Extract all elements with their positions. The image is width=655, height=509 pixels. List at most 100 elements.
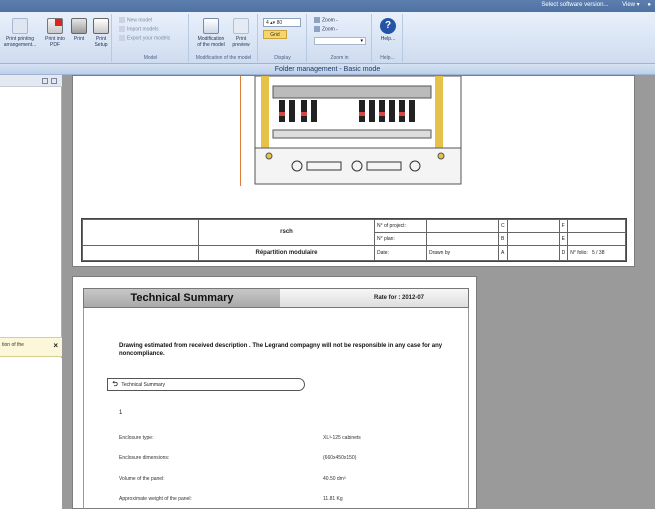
rev-c: C xyxy=(498,219,508,233)
plan-number-label: N° plan: xyxy=(374,231,427,246)
zoom-group-label: Zoom in xyxy=(330,55,349,61)
title-bar: Select software version... View ▾ ● xyxy=(0,0,655,12)
modification-label: Modification of the model xyxy=(197,36,225,48)
drawing-page: rsch N° of project: C F N° plan: B E Rép… xyxy=(72,75,635,267)
rev-a: A xyxy=(498,244,508,262)
view-label: View xyxy=(622,2,636,8)
view-menu[interactable]: View ▾ xyxy=(616,2,640,8)
export-models-label: Export your models xyxy=(127,35,171,42)
print-label: Print xyxy=(73,36,85,42)
title-block-subtitle: Répartition modulaire xyxy=(198,244,375,262)
pdf-icon xyxy=(47,18,63,34)
rev-e: E xyxy=(558,231,569,246)
property-label: Approximate weight of the panel: xyxy=(119,496,192,502)
zoom-plus-button[interactable]: Zoom - xyxy=(314,17,338,24)
left-panel-tab[interactable]: tion of the × xyxy=(0,337,62,357)
section-arrow-icon: ⮌ xyxy=(112,381,118,388)
printer-icon xyxy=(12,18,28,34)
print-setup-icon xyxy=(93,18,109,34)
modification-group: Modification of the model Print preview … xyxy=(190,14,258,62)
folio-cell: N° folio: 5 / 38 xyxy=(567,244,626,262)
technical-summary-page: Technical Summary Rate for : 2012-07 Dra… xyxy=(72,276,477,509)
application-window: Select software version... View ▾ ● Prin… xyxy=(0,0,655,509)
summary-header: Technical Summary Rate for : 2012-07 xyxy=(83,288,469,308)
plan-number-value xyxy=(426,231,499,246)
left-panel-toolbar xyxy=(0,75,62,87)
print-setup-label: Print Setup xyxy=(94,36,108,48)
rev-b: B xyxy=(498,231,508,246)
dimension-line xyxy=(240,76,246,186)
modification-button[interactable]: Modification of the model xyxy=(196,18,226,48)
ribbon: Print printing arrangement... Print into… xyxy=(0,12,655,64)
print-button[interactable]: Print xyxy=(68,18,90,42)
zoom-unit-value: 80 xyxy=(276,20,283,26)
disclaimer-text: Drawing estimated from received descript… xyxy=(119,343,443,357)
property-label: Enclosure type: xyxy=(119,435,154,441)
property-value: XL³-125 cabinets xyxy=(323,435,361,441)
property-label: Enclosure dimensions: xyxy=(119,455,170,461)
import-models-item[interactable]: Import models xyxy=(119,26,159,33)
print-arrangement-label: Print printing arrangement... xyxy=(3,36,37,48)
edit-model-icon xyxy=(203,18,219,34)
rev-c-value xyxy=(506,219,560,233)
rev-f: F xyxy=(558,219,569,233)
close-icon[interactable]: × xyxy=(53,341,58,350)
rev-a-value xyxy=(506,244,560,262)
software-version-selector[interactable]: Select software version... xyxy=(541,2,608,8)
zoom-minus-label: Zoom - xyxy=(322,26,338,33)
title-block-empty-cell-2 xyxy=(82,244,199,262)
zoom-minus-button[interactable]: Zoom - xyxy=(314,26,338,33)
help-button[interactable]: ? Help... xyxy=(377,18,399,42)
rev-b-value xyxy=(506,231,560,246)
folder-title-bar: Folder management - Basic mode xyxy=(0,64,655,75)
print-preview-button[interactable]: Print preview xyxy=(230,18,252,48)
display-group: 4 ▴▾ 80 Grid Display xyxy=(259,14,307,62)
print-arrangement-button[interactable]: Print printing arrangement... xyxy=(2,18,38,48)
rev-d: D xyxy=(558,244,569,262)
help-icon[interactable]: ● xyxy=(647,2,651,8)
folio-value: 5 / 38 xyxy=(591,249,605,256)
preview-icon xyxy=(233,18,249,34)
new-model-item[interactable]: New model xyxy=(119,17,152,24)
zoom-level-value: 4 xyxy=(266,20,269,26)
zoom-select[interactable]: ▾ xyxy=(314,37,366,45)
display-group-label: Display xyxy=(274,55,291,61)
section-number: 1 xyxy=(119,410,123,416)
new-model-icon xyxy=(119,17,125,23)
print-setup-button[interactable]: Print Setup xyxy=(90,18,112,48)
project-number-label: N° of project: xyxy=(374,219,427,233)
print-pdf-button[interactable]: Print into PDF xyxy=(44,18,66,48)
grid-label: Grid xyxy=(270,32,280,38)
help-label: Help... xyxy=(380,36,396,42)
print-pdf-label: Print into PDF xyxy=(45,36,65,48)
model-group: New model Import models Export your mode… xyxy=(113,14,189,62)
help-group-label: Help... xyxy=(380,55,395,61)
zoom-plus-label: Zoom - xyxy=(322,17,338,24)
property-value: 40.50 dm³ xyxy=(323,476,346,482)
section-heading: ⮌ Technical Summary xyxy=(107,378,305,391)
export-models-item[interactable]: Export your models xyxy=(119,35,170,42)
drawn-by-label: Drawn by xyxy=(426,244,499,262)
property-value: (660x450x150) xyxy=(323,455,357,461)
edit-icon[interactable] xyxy=(51,78,57,84)
print-preview-label: Print preview xyxy=(232,36,250,48)
left-panel-content xyxy=(0,358,62,509)
rev-e-value xyxy=(567,231,626,246)
zoom-level-field[interactable]: 4 ▴▾ 80 xyxy=(263,18,301,27)
chevron-down-icon: ▾ xyxy=(360,38,363,44)
electrical-panel-drawing xyxy=(254,76,462,185)
list-view-icon[interactable] xyxy=(42,78,48,84)
grid-toggle[interactable]: Grid xyxy=(263,30,287,39)
help-group: ? Help... Help... xyxy=(373,14,403,62)
print-group: Print printing arrangement... Print into… xyxy=(0,14,112,62)
import-models-label: Import models xyxy=(127,26,159,33)
rev-f-value xyxy=(567,219,626,233)
date-label: Date: xyxy=(374,244,427,262)
folio-label: N° folio: xyxy=(570,249,588,256)
left-panel-tab-label: tion of the xyxy=(2,342,24,348)
zoom-group: Zoom - Zoom - ▾ Zoom in xyxy=(308,14,372,62)
printer-icon xyxy=(71,18,87,34)
zoom-out-icon xyxy=(314,26,320,32)
property-label: Volume of the panel: xyxy=(119,476,165,482)
property-value: 11.81 Kg xyxy=(323,496,343,502)
